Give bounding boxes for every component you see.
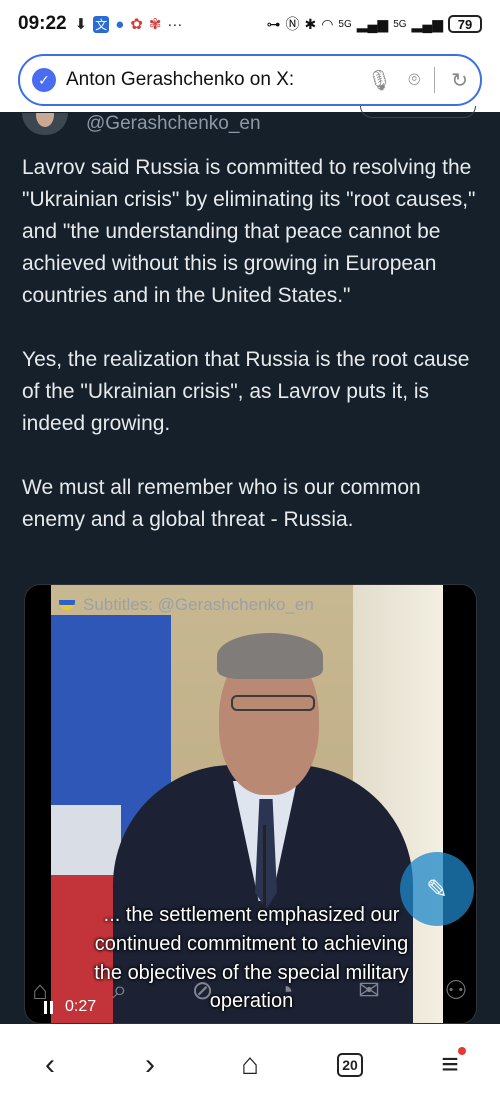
- key-icon: ⊶: [266, 15, 281, 32]
- browser-bottom-bar: ‹ › ⌂ 20 ≡: [0, 1024, 500, 1111]
- forward-icon[interactable]: ›: [122, 1037, 178, 1093]
- app-icon: ✿: [130, 16, 143, 33]
- app-icon: ✾: [148, 16, 162, 33]
- post-paragraph: Lavrov said Russia is committed to resol…: [22, 156, 482, 307]
- address-divider: [434, 67, 436, 93]
- avatar[interactable]: [22, 113, 68, 135]
- address-title[interactable]: Anton Gerashchenko on X:: [66, 69, 351, 91]
- translate-icon: 文: [93, 15, 110, 33]
- speaker-glasses: [231, 695, 315, 711]
- tabs-button[interactable]: 20: [322, 1037, 378, 1093]
- signal-icon: ▂▄▆: [411, 15, 443, 32]
- dot-icon: ●: [115, 15, 125, 33]
- tab-count: 20: [337, 1052, 363, 1077]
- wifi-icon: ◠: [321, 15, 334, 32]
- video-player[interactable]: Subtitles: @Gerashchenko_en ... the sett…: [24, 584, 477, 1024]
- verified-icon: ✓: [32, 68, 56, 92]
- menu-icon[interactable]: ≡: [422, 1037, 478, 1093]
- follow-button[interactable]: [360, 106, 476, 118]
- mic-icon[interactable]: 🎙︎: [367, 68, 392, 93]
- network-label: 5G: [338, 18, 352, 30]
- signal-icon: ▂▄▆: [356, 15, 389, 32]
- video-watermark: Subtitles: @Gerashchenko_en: [59, 595, 314, 615]
- author-handle[interactable]: @Gerashchenko_en: [86, 113, 261, 135]
- mail-icon[interactable]: ✉: [358, 975, 380, 1006]
- ukraine-flag-icon: [59, 600, 75, 610]
- battery-indicator: 79: [448, 15, 482, 33]
- subtitle-line: continued commitment to achieving: [94, 933, 409, 955]
- back-icon[interactable]: ‹: [22, 1037, 78, 1093]
- camera-icon[interactable]: ⌾: [408, 69, 420, 92]
- status-time: 09:22: [18, 13, 67, 34]
- network-label: 5G: [393, 18, 407, 30]
- video-controls: 0:27: [44, 998, 96, 1016]
- browser-toolbar: ✓ Anton Gerashchenko on X: 🎙︎ ⌾ ↻: [0, 48, 500, 112]
- more-icon: ···: [167, 15, 183, 33]
- reload-icon[interactable]: ↻: [451, 68, 468, 93]
- search-icon[interactable]: ⌕: [112, 974, 127, 1006]
- compose-icon: ✎: [426, 873, 448, 904]
- notification-dot: [458, 1046, 466, 1055]
- post-author[interactable]: @Gerashchenko_en: [22, 112, 261, 136]
- status-bar: 09:22 ⬇ 文 ● ✿ ✾ ··· ⊶ Ⓝ ✱ ◠ 5G ▂▄▆ 5G ▂▄…: [0, 0, 500, 48]
- notifications-icon[interactable]: ◔: [278, 975, 294, 1006]
- home-icon[interactable]: ⌂: [222, 1037, 278, 1093]
- post-body: Lavrov said Russia is committed to resol…: [22, 152, 482, 568]
- nfc-icon: Ⓝ: [285, 16, 300, 32]
- watermark-text: Subtitles: @Gerashchenko_en: [83, 595, 314, 614]
- pause-icon[interactable]: [44, 1000, 53, 1014]
- speaker-hair: [217, 633, 323, 679]
- download-icon: ⬇: [74, 16, 88, 33]
- post-paragraph: We must all remember who is our common e…: [22, 476, 427, 531]
- communities-icon[interactable]: ⚇: [444, 975, 467, 1006]
- compose-button[interactable]: ✎: [400, 852, 474, 926]
- status-right: ⊶ Ⓝ ✱ ◠ 5G ▂▄▆ 5G ▂▄▆ 79: [266, 14, 482, 34]
- bluetooth-icon: ✱: [304, 15, 317, 32]
- video-elapsed-time: 0:27: [65, 998, 97, 1015]
- address-bar[interactable]: ✓ Anton Gerashchenko on X: 🎙︎ ⌾ ↻: [18, 54, 482, 106]
- post-paragraph: Yes, the realization that Russia is the …: [22, 348, 476, 435]
- grok-icon[interactable]: ⊘: [192, 975, 214, 1006]
- flag-shape: [51, 805, 121, 885]
